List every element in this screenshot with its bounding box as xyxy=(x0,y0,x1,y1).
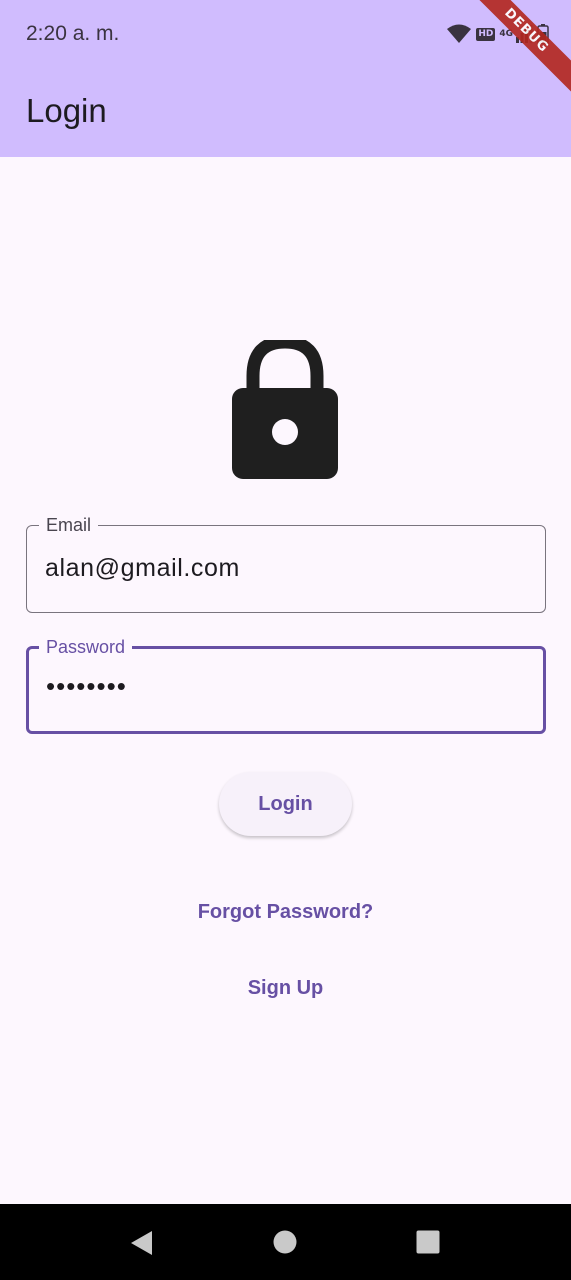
system-nav-bar xyxy=(0,1204,571,1280)
password-label: Password xyxy=(39,636,133,658)
hd-badge: HD xyxy=(476,27,496,41)
app-bar: 2:20 a. m. HD 4G Login DEBUG xyxy=(0,0,571,157)
email-label: Email xyxy=(39,514,99,536)
debug-banner: DEBUG xyxy=(458,0,571,99)
email-value[interactable]: alan@gmail.com xyxy=(45,554,240,583)
password-value[interactable]: •••••••• xyxy=(46,671,127,702)
status-time: 2:20 a. m. xyxy=(26,22,120,45)
forgot-password-link[interactable]: Forgot Password? xyxy=(0,901,571,924)
wifi-icon xyxy=(447,24,472,43)
lock-icon xyxy=(232,340,338,479)
home-icon[interactable] xyxy=(273,1230,297,1254)
login-button[interactable]: Login xyxy=(219,772,352,836)
email-field[interactable]: Email alan@gmail.com xyxy=(26,514,546,613)
recents-icon[interactable] xyxy=(416,1230,440,1254)
sign-up-link[interactable]: Sign Up xyxy=(0,977,571,1000)
back-icon[interactable] xyxy=(130,1230,154,1256)
page-title: Login xyxy=(26,92,107,129)
password-field[interactable]: Password •••••••• xyxy=(26,636,546,734)
